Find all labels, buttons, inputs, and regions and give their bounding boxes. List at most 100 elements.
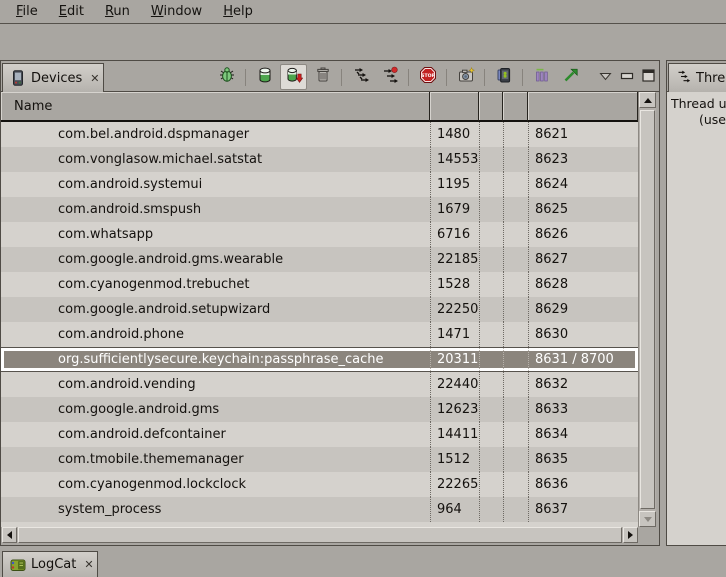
- vertical-scrollbar[interactable]: [638, 92, 656, 527]
- method-profiling-button[interactable]: [376, 64, 403, 90]
- ddms-window: File Edit Run Window Help Devices ✕: [0, 0, 726, 577]
- menu-edit-label: Edit: [59, 4, 84, 19]
- cell-empty-1: [479, 172, 503, 197]
- device-screen-icon: [495, 66, 513, 88]
- scroll-left-button[interactable]: [2, 527, 17, 543]
- table-row[interactable]: com.android.phone 1471 8630: [1, 322, 638, 347]
- column-header-pid[interactable]: [430, 92, 479, 122]
- update-heap-button[interactable]: [251, 64, 278, 90]
- systrace-button[interactable]: [528, 64, 555, 90]
- table-row[interactable]: com.whatsapp 6716 8626: [1, 222, 638, 247]
- cell-empty-2: [503, 497, 528, 522]
- column-header-port[interactable]: [528, 92, 638, 122]
- update-threads-button[interactable]: [347, 64, 374, 90]
- minimize-button[interactable]: [620, 70, 634, 85]
- screen-capture-button[interactable]: [452, 64, 479, 90]
- cell-empty-2: [503, 322, 528, 347]
- table-row[interactable]: com.vonglasow.michael.satstat 14553 8623: [1, 147, 638, 172]
- cell-empty-1: [479, 472, 503, 497]
- tab-logcat[interactable]: LogCat ✕: [2, 551, 98, 577]
- menu-help[interactable]: Help: [215, 2, 261, 21]
- cell-debug-port: 8634: [528, 422, 638, 447]
- cell-process-name: com.whatsapp: [1, 222, 430, 247]
- cell-debug-port: 8627: [528, 247, 638, 272]
- toolbar-separator: [522, 69, 523, 86]
- menubar: File Edit Run Window Help: [0, 0, 726, 24]
- tab-devices[interactable]: Devices ✕: [2, 63, 104, 92]
- table-row[interactable]: com.android.vending 22440 8632: [1, 372, 638, 397]
- cell-empty-2: [503, 147, 528, 172]
- toolbar-separator: [484, 69, 485, 86]
- logcat-icon: [10, 557, 26, 573]
- table-row[interactable]: com.android.systemui 1195 8624: [1, 172, 638, 197]
- close-icon[interactable]: ✕: [84, 558, 93, 571]
- devices-tabbar: Devices ✕: [1, 61, 659, 92]
- horizontal-scrollbar[interactable]: [2, 527, 638, 543]
- cell-empty-1: [479, 348, 503, 371]
- cell-process-name: com.bel.android.dspmanager: [1, 122, 430, 147]
- menu-run[interactable]: Run: [97, 2, 138, 21]
- toolbar-separator: [446, 69, 447, 86]
- cell-debug-port: 8630: [528, 322, 638, 347]
- cell-empty-2: [503, 272, 528, 297]
- cell-process-name: com.cyanogenmod.trebuchet: [1, 272, 430, 297]
- cell-debug-port: 8632: [528, 372, 638, 397]
- stop-process-button[interactable]: STOP: [414, 64, 441, 90]
- toolbar-separator: [245, 69, 246, 86]
- cell-pid: 22440: [430, 372, 479, 397]
- cell-process-name: com.android.defcontainer: [1, 422, 430, 447]
- debug-process-button[interactable]: [213, 64, 240, 90]
- table-row[interactable]: com.cyanogenmod.trebuchet 1528 8628: [1, 272, 638, 297]
- opengl-trace-button[interactable]: [557, 64, 584, 90]
- cell-process-name: com.google.android.gms: [1, 397, 430, 422]
- cause-gc-button[interactable]: [309, 64, 336, 90]
- dump-hprof-button[interactable]: [280, 64, 307, 90]
- table-row[interactable]: com.google.android.gms.wearable 22185 86…: [1, 247, 638, 272]
- cell-empty-1: [479, 322, 503, 347]
- vertical-scroll-thumb[interactable]: [640, 110, 655, 509]
- devices-toolbar: STOP: [212, 64, 655, 90]
- view-menu-button[interactable]: [599, 70, 612, 85]
- cell-empty-1: [479, 122, 503, 147]
- horizontal-scroll-thumb[interactable]: [18, 527, 622, 543]
- camera-icon: [457, 66, 475, 88]
- tab-threads[interactable]: Threads: [668, 63, 726, 92]
- menu-window[interactable]: Window: [143, 2, 210, 21]
- column-header-name[interactable]: Name: [1, 92, 430, 122]
- stop-sign-icon: STOP: [419, 66, 437, 88]
- cell-process-name: com.android.smspush: [1, 197, 430, 222]
- cell-empty-1: [479, 497, 503, 522]
- table-row[interactable]: com.google.android.setupwizard 22250 862…: [1, 297, 638, 322]
- bug-icon: [218, 66, 236, 88]
- scroll-up-button[interactable]: [639, 92, 656, 108]
- table-row[interactable]: org.sufficientlysecure.keychain:passphra…: [1, 347, 638, 372]
- close-icon[interactable]: ✕: [90, 72, 99, 85]
- cell-pid: 14411: [430, 422, 479, 447]
- cell-debug-port: 8626: [528, 222, 638, 247]
- scroll-down-button[interactable]: [639, 511, 656, 527]
- scroll-right-button[interactable]: [623, 527, 638, 543]
- toolbar-separator: [408, 69, 409, 86]
- cell-process-name: com.android.vending: [1, 372, 430, 397]
- table-row[interactable]: com.bel.android.dspmanager 1480 8621: [1, 122, 638, 147]
- column-header-empty-1[interactable]: [479, 92, 503, 122]
- menu-file-label: File: [16, 4, 38, 19]
- cell-process-name: com.cyanogenmod.lockclock: [1, 472, 430, 497]
- cell-debug-port: 8636: [528, 472, 638, 497]
- table-row[interactable]: com.tmobile.thememanager 1512 8635: [1, 447, 638, 472]
- tab-threads-label: Threads: [696, 71, 726, 86]
- table-row[interactable]: com.cyanogenmod.lockclock 22265 8636: [1, 472, 638, 497]
- screen-record-button[interactable]: [490, 64, 517, 90]
- menu-file[interactable]: File: [8, 2, 46, 21]
- cell-empty-2: [503, 397, 528, 422]
- column-header-empty-2[interactable]: [503, 92, 528, 122]
- maximize-button[interactable]: [642, 69, 655, 86]
- table-row[interactable]: com.android.smspush 1679 8625: [1, 197, 638, 222]
- table-row[interactable]: com.android.defcontainer 14411 8634: [1, 422, 638, 447]
- cell-debug-port: 8623: [528, 147, 638, 172]
- menu-edit[interactable]: Edit: [51, 2, 92, 21]
- threads-panel: Threads Thread updates not enabled for s…: [666, 60, 726, 546]
- svg-text:STOP: STOP: [421, 73, 435, 79]
- table-row[interactable]: system_process 964 8637: [1, 497, 638, 522]
- table-row[interactable]: com.google.android.gms 12623 8633: [1, 397, 638, 422]
